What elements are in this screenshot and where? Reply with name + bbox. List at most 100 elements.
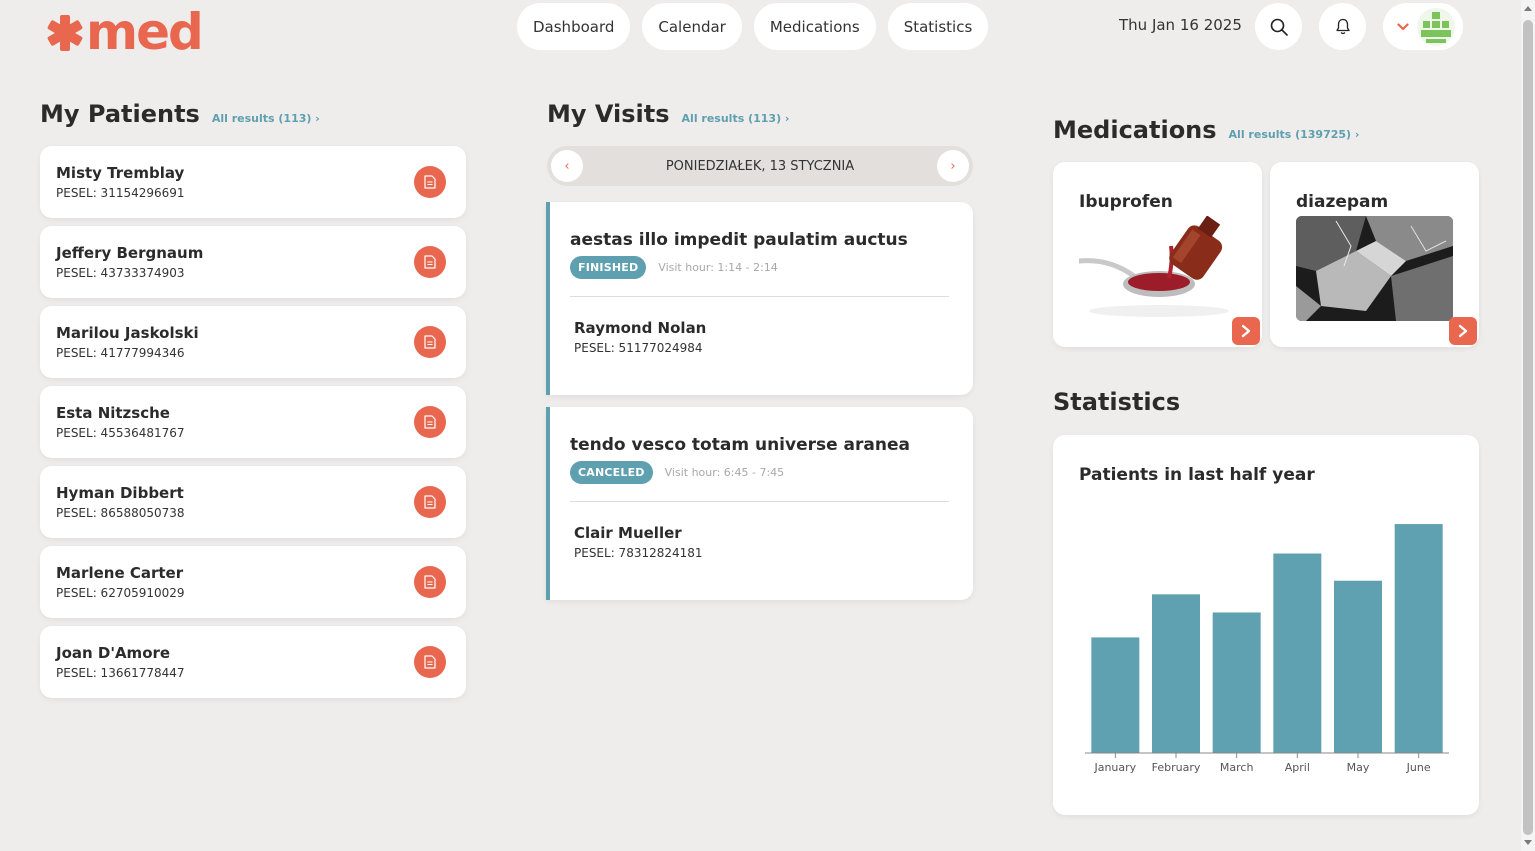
bar-january[interactable]: [1091, 637, 1140, 753]
x-tick-label: January: [1093, 761, 1136, 774]
patient-document-button[interactable]: [414, 166, 446, 198]
document-icon: [424, 415, 436, 429]
patient-card[interactable]: Jeffery Bergnaum PESEL: 43733374903: [40, 226, 466, 298]
patients-title: My Patients: [40, 100, 200, 128]
bar-may[interactable]: [1334, 580, 1382, 753]
patient-name: Jeffery Bergnaum: [56, 244, 204, 262]
document-icon: [424, 175, 436, 189]
visit-title: aestas illo impedit paulatim auctus: [570, 230, 908, 250]
x-tick-label: April: [1285, 761, 1310, 774]
patient-name: Marlene Carter: [56, 564, 184, 582]
patient-pesel: PESEL: 45536481767: [56, 426, 185, 440]
search-icon: [1270, 18, 1288, 36]
patients-list: Misty Tremblay PESEL: 31154296691 Jeffer…: [40, 146, 466, 706]
statistics-title: Statistics: [1053, 388, 1181, 416]
visits-header: My Visits All results (113) ›: [547, 100, 789, 128]
logo-text: med: [86, 3, 204, 61]
visit-hour: Visit hour: 1:14 - 2:14: [658, 261, 778, 274]
document-icon: [424, 575, 436, 589]
patient-card[interactable]: Misty Tremblay PESEL: 31154296691: [40, 146, 466, 218]
status-badge: FINISHED: [570, 256, 647, 279]
patient-name: Joan D'Amore: [56, 644, 171, 662]
bell-icon: [1335, 18, 1350, 35]
page-scrollbar[interactable]: [1521, 0, 1535, 851]
nav-medications[interactable]: Medications: [753, 3, 876, 50]
nav-statistics[interactable]: Statistics: [887, 3, 989, 50]
next-day-button[interactable]: ›: [937, 150, 969, 182]
nav-calendar[interactable]: Calendar: [642, 3, 742, 50]
scroll-thumb[interactable]: [1523, 20, 1533, 835]
asterisk-icon: [47, 15, 83, 51]
patients-header: My Patients All results (113) ›: [40, 100, 320, 128]
medications-header: Medications All results (139725) ›: [1053, 116, 1359, 144]
patient-document-button[interactable]: [414, 246, 446, 278]
current-date: Thu Jan 16 2025: [1119, 16, 1242, 34]
medication-name: diazepam: [1296, 192, 1389, 212]
medication-card[interactable]: diazepam: [1270, 162, 1479, 347]
notifications-button[interactable]: [1319, 3, 1366, 50]
visits-all-results-link[interactable]: All results (113) ›: [682, 112, 790, 125]
visit-patient-name: Clair Mueller: [574, 524, 682, 542]
patient-pesel: PESEL: 31154296691: [56, 186, 185, 200]
crystals-image: [1296, 216, 1453, 321]
statistics-header: Statistics: [1053, 388, 1180, 416]
patients-all-results-link[interactable]: All results (113) ›: [212, 112, 320, 125]
medication-open-button[interactable]: [1449, 317, 1477, 345]
document-icon: [424, 655, 436, 669]
visit-hour: Visit hour: 6:45 - 7:45: [664, 466, 785, 479]
visit-patient-name: Raymond Nolan: [574, 319, 707, 337]
scroll-down-arrow[interactable]: [1524, 840, 1532, 845]
patient-document-button[interactable]: [414, 326, 446, 358]
visits-title: My Visits: [547, 100, 670, 128]
visit-card[interactable]: tendo vesco totam universe aranea CANCEL…: [546, 407, 973, 600]
bar-february[interactable]: [1152, 594, 1200, 753]
statistics-card: Patients in last half year January Februa…: [1053, 435, 1479, 815]
logo[interactable]: med: [46, 3, 204, 61]
bar-june[interactable]: [1394, 524, 1443, 753]
search-button[interactable]: [1255, 3, 1302, 50]
medication-card[interactable]: Ibuprofen: [1053, 162, 1262, 347]
x-tick-label: March: [1220, 761, 1254, 774]
chevron-down-icon: [1397, 22, 1409, 30]
visit-card[interactable]: aestas illo impedit paulatim auctus FINI…: [546, 202, 973, 395]
medication-open-button[interactable]: [1232, 317, 1260, 345]
patient-document-button[interactable]: [414, 646, 446, 678]
patient-document-button[interactable]: [414, 406, 446, 438]
patient-name: Esta Nitzsche: [56, 404, 170, 422]
patient-card[interactable]: Joan D'Amore PESEL: 13661778447: [40, 626, 466, 698]
nav-dashboard[interactable]: Dashboard: [517, 3, 631, 50]
medications-title: Medications: [1053, 116, 1217, 144]
patient-name: Marilou Jaskolski: [56, 324, 199, 342]
avatar: [1417, 7, 1455, 46]
bar-april[interactable]: [1273, 553, 1322, 753]
divider: [570, 501, 949, 502]
bar-chart: January February March April May June: [1085, 524, 1449, 774]
patient-pesel: PESEL: 41777994346: [56, 346, 185, 360]
document-icon: [424, 335, 436, 349]
prev-day-button[interactable]: ‹: [551, 150, 583, 182]
scroll-up-arrow[interactable]: [1524, 6, 1532, 11]
patient-card[interactable]: Marlene Carter PESEL: 62705910029: [40, 546, 466, 618]
patient-name: Hyman Dibbert: [56, 484, 184, 502]
patient-card[interactable]: Hyman Dibbert PESEL: 86588050738: [40, 466, 466, 538]
bar-march[interactable]: [1212, 612, 1261, 753]
patient-name: Misty Tremblay: [56, 164, 185, 182]
patient-document-button[interactable]: [414, 486, 446, 518]
status-badge: CANCELED: [570, 461, 653, 484]
day-label: PONIEDZIAŁEK, 13 STYCZNIA: [665, 158, 855, 174]
visit-patient-pesel: PESEL: 78312824181: [574, 546, 703, 560]
medications-all-results-link[interactable]: All results (139725) ›: [1229, 128, 1360, 141]
document-icon: [424, 495, 436, 509]
day-selector: ‹ PONIEDZIAŁEK, 13 STYCZNIA ›: [547, 146, 973, 186]
patient-document-button[interactable]: [414, 566, 446, 598]
medication-name: Ibuprofen: [1079, 192, 1173, 212]
x-tick-label: June: [1406, 761, 1431, 774]
chevron-right-icon: [1458, 324, 1468, 338]
user-menu-button[interactable]: [1383, 3, 1463, 50]
patient-pesel: PESEL: 43733374903: [56, 266, 185, 280]
syrup-spoon-image: [1079, 216, 1236, 321]
x-tick-label: May: [1347, 761, 1370, 774]
patient-pesel: PESEL: 86588050738: [56, 506, 185, 520]
patient-card[interactable]: Marilou Jaskolski PESEL: 41777994346: [40, 306, 466, 378]
patient-card[interactable]: Esta Nitzsche PESEL: 45536481767: [40, 386, 466, 458]
